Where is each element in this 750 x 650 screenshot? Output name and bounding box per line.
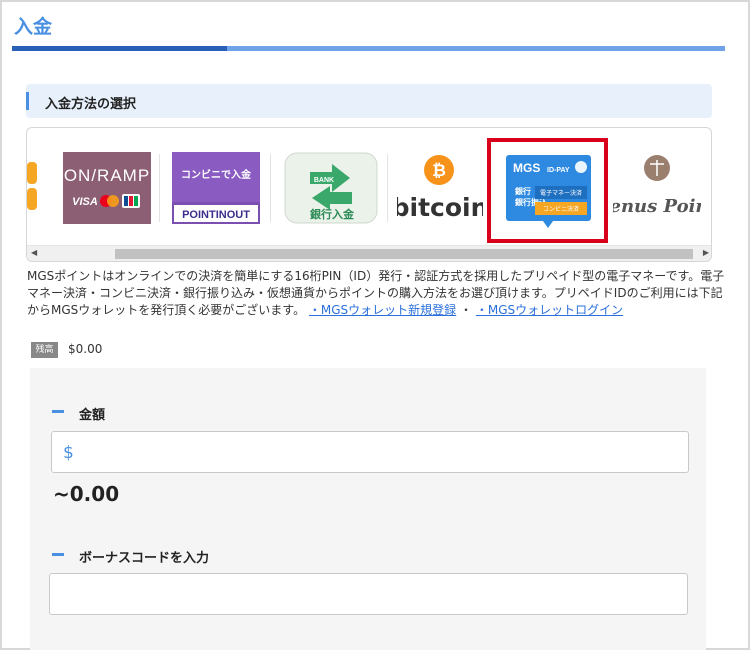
mgs-logo: MGS: [513, 161, 540, 175]
amount-total: ~0.00: [53, 482, 120, 506]
wallet-login-link[interactable]: ・MGSウォレットログイン: [476, 303, 623, 317]
method-bank[interactable]: BANK 銀行入金: [284, 152, 378, 224]
section-title: 入金方法の選択: [45, 97, 137, 112]
method-venus-point[interactable]: Venus Point: [597, 152, 711, 224]
scrollbar-thumb[interactable]: [115, 249, 693, 259]
method-bitcoin[interactable]: ₿ bitcoin: [392, 152, 488, 224]
method-convenience-store[interactable]: コンビニで入金 POINTINOUT: [172, 152, 260, 224]
scroll-left-arrow-icon[interactable]: ◀: [31, 248, 37, 257]
visa-logo: VISA: [72, 196, 98, 208]
venus-point-label: Venus Point: [613, 196, 701, 217]
bonus-label-dash: [52, 553, 64, 556]
deposit-panel: 入金 入金方法の選択 ON/RAMP VISA コンビニで入金 POINTINO…: [0, 0, 750, 650]
method-mgs-idpay-selected[interactable]: MGS ID-PAY 銀行 銀行振込 電子マネー決済 コンビニ決済: [487, 138, 608, 243]
bitcoin-label: bitcoin: [397, 193, 483, 222]
convenience-payment-text: コンビニ決済: [543, 205, 579, 213]
section-header: 入金方法の選択: [26, 84, 712, 118]
page-title: 入金: [14, 16, 53, 38]
scroll-right-arrow-icon[interactable]: ▶: [703, 248, 709, 257]
payment-method-carousel[interactable]: ON/RAMP VISA コンビニで入金 POINTINOUT BANK 銀行入…: [26, 127, 712, 262]
bonus-code-label: ボーナスコードを入力: [79, 551, 210, 566]
bank-badge: BANK: [314, 177, 334, 184]
idpay-text: ID-PAY: [547, 167, 570, 174]
wallet-register-link[interactable]: ・MGSウォレット新規登録: [309, 303, 456, 317]
amount-label: 金額: [79, 408, 106, 423]
amount-label-dash: [52, 410, 64, 413]
pointinout-logo: POINTINOUT: [182, 209, 250, 221]
method-description: MGSポイントはオンラインでの決済を簡単にする16桁PIN（ID）発行・認証方式…: [27, 268, 727, 319]
convenience-title: コンビニで入金: [181, 168, 252, 181]
title-underline: [12, 46, 725, 51]
bonus-code-input[interactable]: [49, 573, 688, 615]
bitcoin-icon: ₿: [432, 161, 446, 181]
section-accent-bar: [26, 92, 29, 110]
balance-value: $0.00: [68, 342, 103, 356]
onramp-logo-text: ON/RAMP: [64, 166, 150, 185]
link-separator: ・: [460, 303, 473, 317]
bank-transfer-text: 銀行: [514, 186, 531, 196]
currency-symbol: $: [63, 443, 74, 463]
bank-label: 銀行入金: [310, 207, 355, 221]
balance-badge: 残高: [31, 342, 58, 358]
carousel-scrollbar[interactable]: ◀ ▶: [27, 245, 711, 261]
partial-method-tile[interactable]: [27, 152, 39, 224]
method-onramp[interactable]: ON/RAMP VISA: [63, 152, 151, 224]
emoney-text: 電子マネー決済: [540, 189, 582, 197]
amount-input[interactable]: $: [51, 431, 689, 473]
